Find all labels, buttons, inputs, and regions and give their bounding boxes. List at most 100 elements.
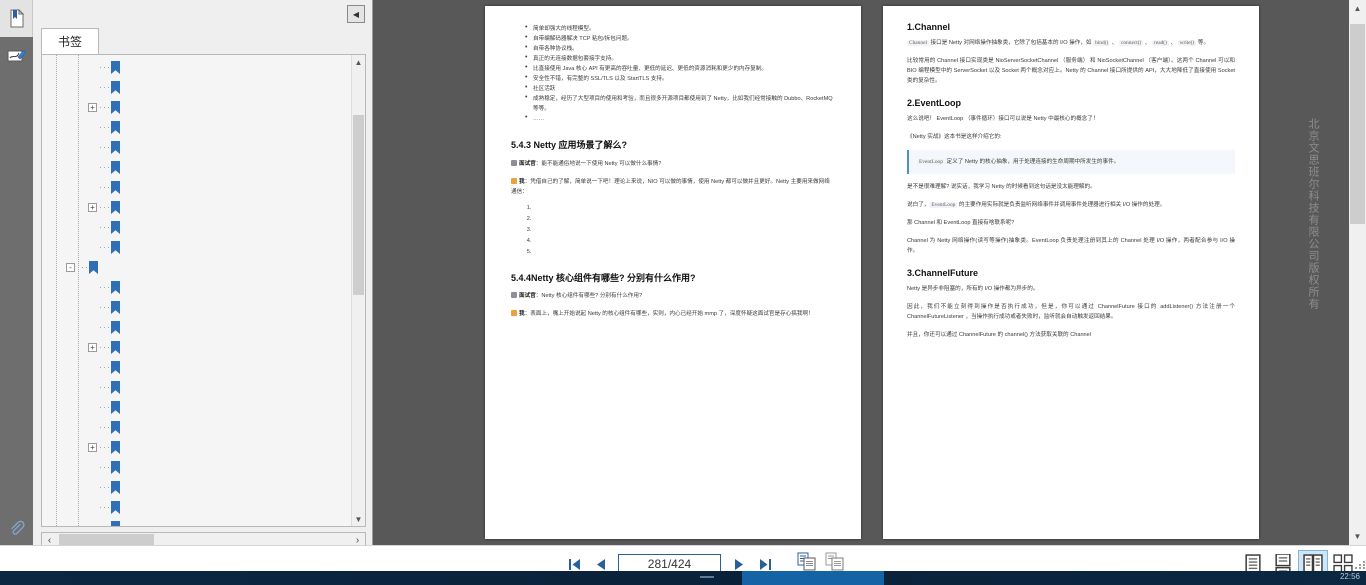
tree-connector: ···· xyxy=(99,502,111,512)
side-icon-rail xyxy=(0,0,33,563)
interviewer-icon xyxy=(511,292,517,298)
bookmark-item[interactable]: ···· xyxy=(42,517,351,526)
bookmark-item[interactable]: +···· xyxy=(42,197,351,217)
bookmark-item[interactable]: ···· xyxy=(42,137,351,157)
taskbar-minimized-item[interactable] xyxy=(700,576,714,578)
tree-connector: ···· xyxy=(99,522,111,526)
usecase-item xyxy=(533,214,835,224)
bookmark-item[interactable]: ···· xyxy=(42,397,351,417)
first-page-button[interactable] xyxy=(566,556,583,573)
scroll-down-arrow-icon[interactable]: ▼ xyxy=(352,512,365,526)
bookmark-icon xyxy=(111,160,120,174)
eventloop-paragraph-4: 说白了， EventLoop 的主要作用实际就是负责监听网络事件并调用事件处理器进… xyxy=(907,202,1166,208)
signature-panel-button[interactable] xyxy=(0,37,33,74)
scroll-up-arrow-icon[interactable]: ▲ xyxy=(352,55,365,69)
collapse-panel-button[interactable]: ◀ xyxy=(347,5,365,23)
tree-expander[interactable]: + xyxy=(88,342,97,352)
tree-connector: ···· xyxy=(99,122,111,132)
bookmark-vertical-scrollbar[interactable]: ▲ ▼ xyxy=(351,55,365,526)
bookmark-icon xyxy=(111,340,120,354)
document-viewport[interactable]: 简单却强大的线程模型。自带编解码器解决 TCP 粘包/拆包问题。自带各种协议栈。… xyxy=(374,0,1330,545)
usecase-item xyxy=(533,236,835,246)
bookmark-icon xyxy=(111,500,120,514)
taskbar-active-item[interactable] xyxy=(742,571,884,585)
tree-guide-line xyxy=(56,55,57,526)
bookmark-item[interactable]: ···· xyxy=(42,77,351,97)
bookmark-item[interactable]: ···· xyxy=(42,377,351,397)
tree-connector: ···· xyxy=(99,102,111,112)
bookmark-item[interactable]: ···· xyxy=(42,157,351,177)
scroll-up-arrow-icon[interactable]: ▲ xyxy=(1349,0,1366,17)
tree-connector: ···· xyxy=(99,242,111,252)
tab-bookmarks[interactable]: 书签 xyxy=(41,28,100,55)
bookmark-icon xyxy=(111,80,120,94)
heading-5-4-4: 5.4.4Netty 核心组件有哪些? 分别有什么作用? xyxy=(511,273,696,283)
feature-bullet-list: 简单却强大的线程模型。自带编解码器解决 TCP 粘包/拆包问题。自带各种协议栈。… xyxy=(525,23,835,124)
heading-eventloop: 2.EventLoop xyxy=(907,98,962,108)
bookmark-item[interactable]: ···· xyxy=(42,117,351,137)
bookmark-item[interactable]: +···· xyxy=(42,97,351,117)
inline-code: read() xyxy=(1152,40,1169,46)
bookmark-icon xyxy=(111,300,120,314)
bullet-item: 成熟稳定，经历了大型项目的使用和考验，而且很多开源项目都使用到了 Netty，比… xyxy=(525,93,835,114)
next-page-button[interactable] xyxy=(730,556,747,573)
tree-connector: ···· xyxy=(99,62,111,72)
document-vertical-scrollbar[interactable]: ▲ ▼ xyxy=(1349,0,1366,545)
bookmark-item[interactable]: ···· xyxy=(42,497,351,517)
inline-code: connect() xyxy=(1118,40,1144,46)
tree-connector: ···· xyxy=(99,322,111,332)
paperclip-icon xyxy=(11,520,25,535)
bookmark-icon xyxy=(111,400,120,414)
heading-channel: 1.Channel xyxy=(907,22,951,32)
bullet-item: 社区活跃 xyxy=(525,83,835,94)
tree-connector: ···· xyxy=(99,162,111,172)
tree-expander[interactable]: - xyxy=(66,262,75,272)
bookmark-item[interactable]: ···· xyxy=(42,417,351,437)
inline-code: write() xyxy=(1177,40,1197,46)
bookmark-tree[interactable]: ········+····················+··········… xyxy=(42,55,351,526)
bullet-item: 自带编解码器解决 TCP 粘包/拆包问题。 xyxy=(525,33,835,44)
usecase-ordered-list xyxy=(533,203,835,257)
eventloop-quote: EventLoop 定义了 Netty 的核心抽象，用于处理连接的生命周期中所发… xyxy=(907,150,1235,174)
last-page-button[interactable] xyxy=(756,556,773,573)
scrollbar-thumb[interactable] xyxy=(1350,24,1365,224)
bookmark-item[interactable]: ···· xyxy=(42,217,351,237)
tree-connector: ···· xyxy=(99,382,111,392)
scroll-down-arrow-icon[interactable]: ▼ xyxy=(1349,528,1366,545)
bookmark-item[interactable]: +···· xyxy=(42,337,351,357)
bookmark-item[interactable]: ···· xyxy=(42,177,351,197)
tree-connector: ···· xyxy=(99,362,111,372)
bookmark-item[interactable]: +···· xyxy=(42,437,351,457)
bookmark-item[interactable]: ···· xyxy=(42,57,351,77)
channel-paragraph-2: 比较常用的 Channel 接口实现类是 NioServerSocketChan… xyxy=(907,58,1235,84)
bookmark-icon xyxy=(89,260,98,274)
channel-paragraph-1: Channel 接口是 Netty 对网络操作抽象类，它除了包括基本的 I/O … xyxy=(907,40,1210,46)
delete-page-icon xyxy=(825,552,844,571)
bookmark-item[interactable]: ···· xyxy=(42,297,351,317)
bookmark-icon xyxy=(111,380,120,394)
bookmark-item[interactable]: ···· xyxy=(42,357,351,377)
bookmark-icon xyxy=(111,520,120,526)
last-page-icon xyxy=(759,558,771,570)
answer-block-2: 我：表面上，嘴上开始说起 Netty 的核心组件有哪些，实则，内心已经开始 mm… xyxy=(511,309,835,319)
bookmark-item[interactable]: ···· xyxy=(42,237,351,257)
bookmark-item[interactable]: ···· xyxy=(42,317,351,337)
tree-connector: ···· xyxy=(99,142,111,152)
tree-expander[interactable]: + xyxy=(88,442,97,452)
bookmark-item[interactable]: ···· xyxy=(42,477,351,497)
os-taskbar: 22:56 xyxy=(0,571,1366,585)
scrollbar-thumb[interactable] xyxy=(353,115,364,295)
tree-expander[interactable]: + xyxy=(88,202,97,212)
bookmark-item[interactable]: ···· xyxy=(42,277,351,297)
previous-page-button[interactable] xyxy=(592,556,609,573)
tree-guide-line xyxy=(78,55,79,526)
inline-code-group: bind() 、 connect() 、 read() 、 write() xyxy=(1093,40,1197,46)
attachment-panel-button[interactable] xyxy=(0,512,33,545)
bookmark-item[interactable]: -···· xyxy=(42,257,351,277)
bookmark-item[interactable]: ···· xyxy=(42,457,351,477)
chevron-left-icon: ◀ xyxy=(352,9,360,19)
bookmark-icon xyxy=(111,140,120,154)
tree-expander[interactable]: + xyxy=(88,102,97,112)
insert-page-icon xyxy=(797,552,816,571)
bookmark-panel-button[interactable] xyxy=(0,0,33,37)
